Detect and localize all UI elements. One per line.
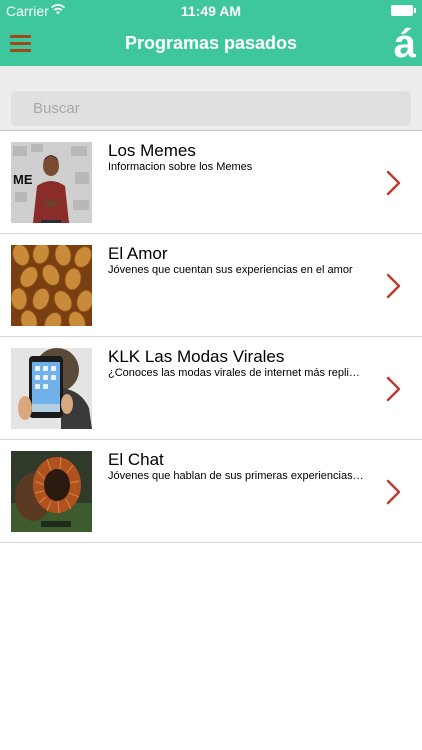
app-logo: á — [393, 22, 416, 66]
thumbnail-copper-coil — [11, 451, 92, 532]
item-title: El Chat — [108, 450, 164, 469]
battery-tip — [414, 8, 416, 13]
chevron-right-icon — [386, 273, 401, 299]
nav-bar: Programas pasados á — [0, 22, 422, 66]
search-bar — [0, 66, 422, 130]
status-time: 11:49 AM — [180, 3, 242, 19]
item-title: KLK Las Modas Virales — [108, 347, 285, 366]
svg-text:ME: ME — [13, 172, 33, 187]
item-description: Informacion sobre los Memes — [108, 161, 253, 173]
list-item-klk-modas-virales[interactable]: KLK Las Modas Virales ¿Conoces las modas… — [0, 337, 422, 440]
battery-icon — [391, 5, 413, 16]
item-title: El Amor — [108, 244, 168, 263]
item-description: Jóvenes que cuentan sus experiencias en … — [108, 264, 353, 276]
thumbnail-man-presenting: ME — [11, 142, 92, 223]
item-title: Los Memes — [108, 141, 196, 160]
search-input[interactable] — [11, 91, 411, 126]
chevron-right-icon — [386, 376, 401, 402]
chevron-right-icon — [386, 479, 401, 505]
status-bar: Carrier 11:49 AM — [0, 0, 422, 22]
programs-list: ME Los Memes Informacion sobre los Memes — [0, 131, 422, 543]
page-title: Programas pasados — [124, 33, 298, 53]
list-item-el-amor[interactable]: El Amor Jóvenes que cuentan sus experien… — [0, 234, 422, 337]
list-item-los-memes[interactable]: ME Los Memes Informacion sobre los Memes — [0, 131, 422, 234]
item-description: ¿Conoces las modas virales de internet m… — [108, 367, 364, 379]
item-description: Jóvenes que hablan de sus primeras exper… — [108, 470, 364, 482]
thumbnail-person-holding-tablet — [11, 348, 92, 429]
list-item-el-chat[interactable]: El Chat Jóvenes que hablan de sus primer… — [0, 440, 422, 543]
chevron-right-icon — [386, 170, 401, 196]
thumbnail-almonds — [11, 245, 92, 326]
